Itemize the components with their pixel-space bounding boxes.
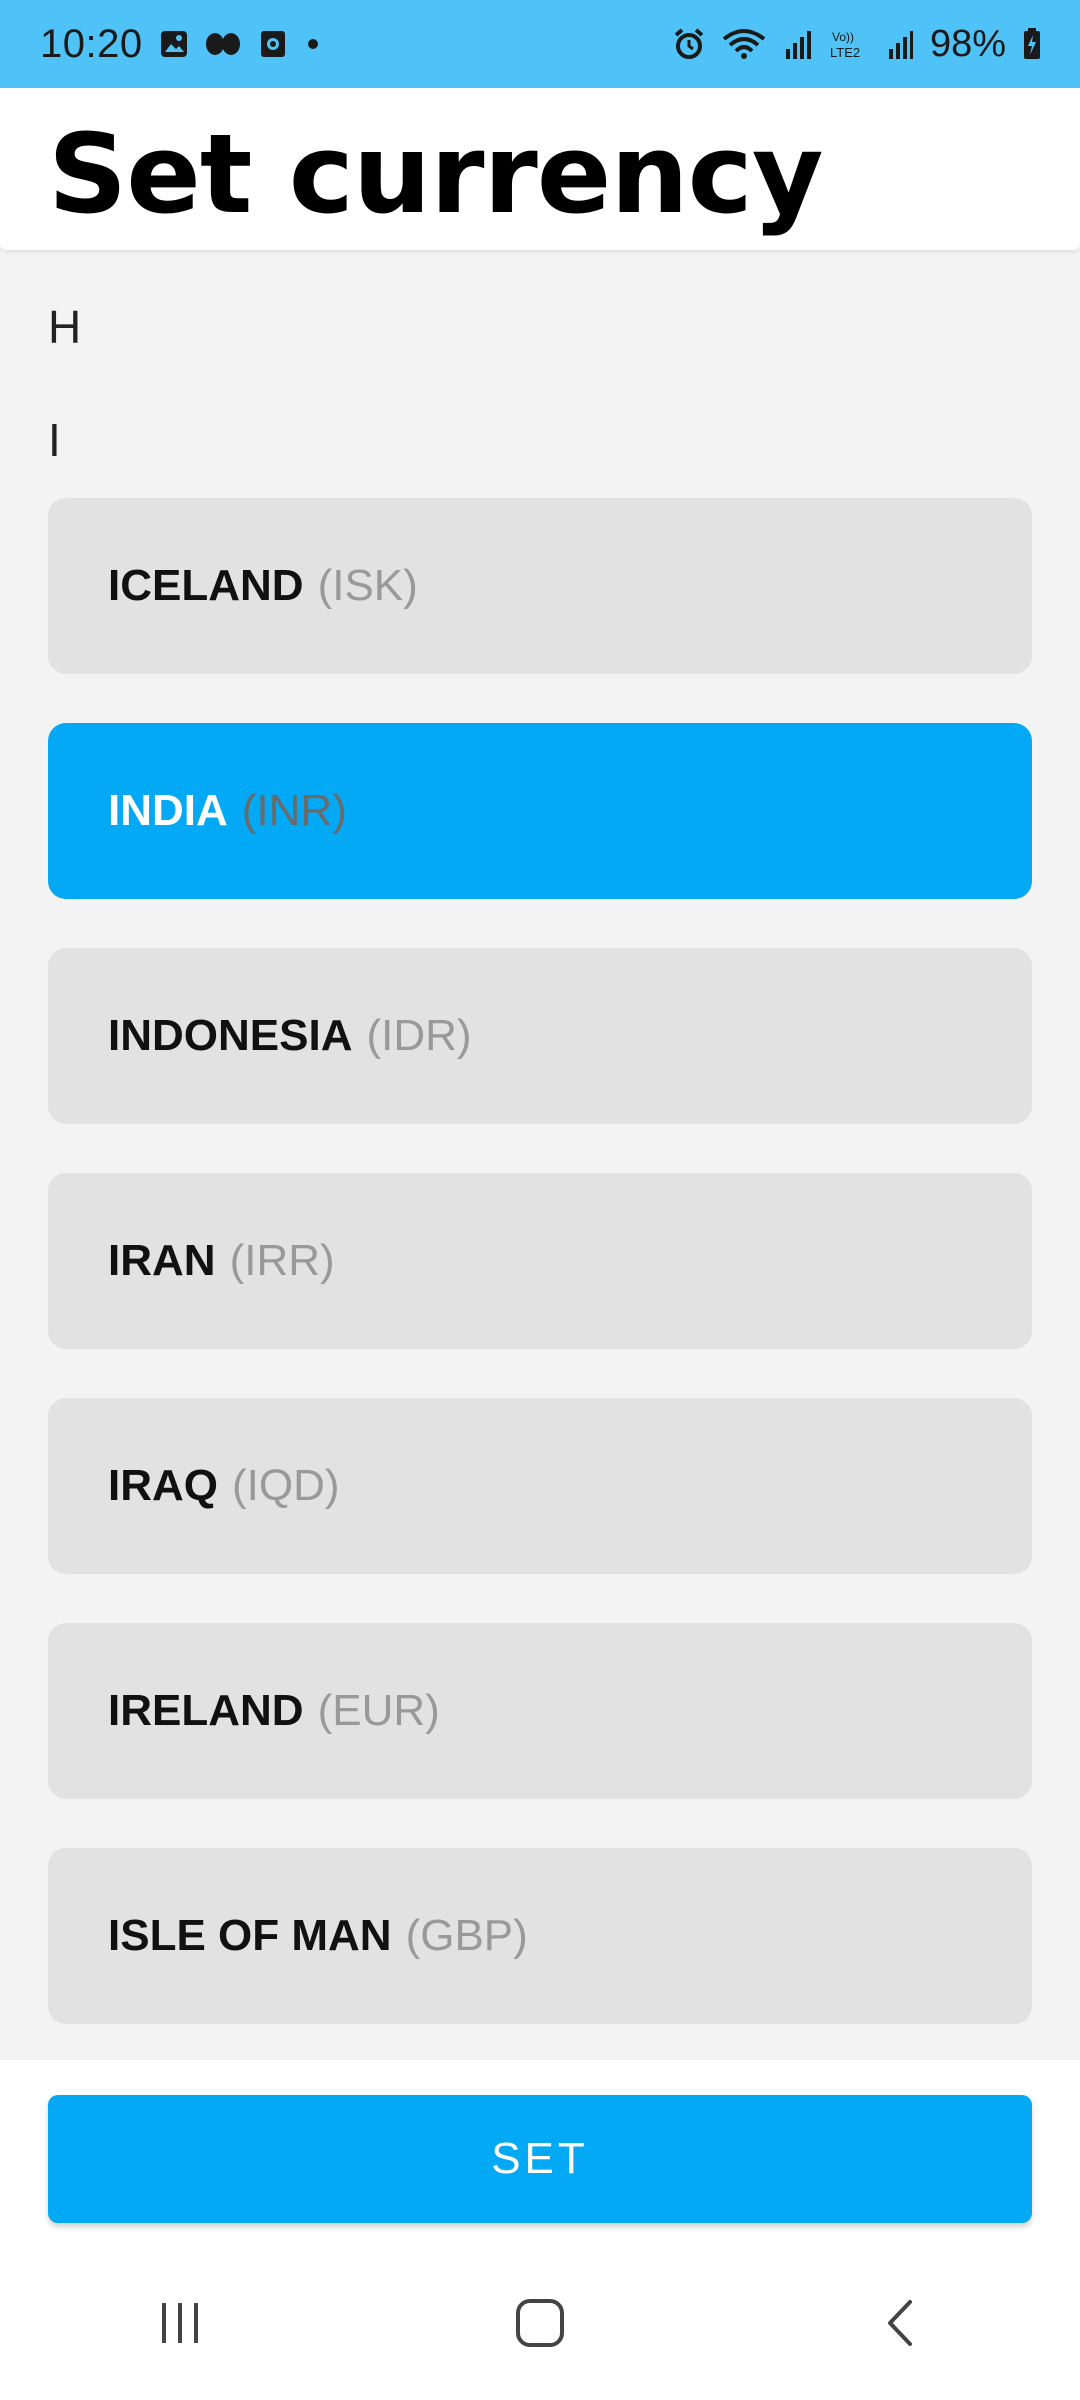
currency-code: (IQD) [232, 1461, 340, 1510]
back-button[interactable] [840, 2275, 960, 2375]
section-header-i: I [48, 414, 61, 466]
battery-percent: 98% [929, 22, 1006, 65]
currency-country: IRELAND [108, 1686, 304, 1735]
recents-button[interactable] [120, 2275, 240, 2375]
volte-icon: Vo)) LTE2 [830, 27, 870, 61]
page-title: Set currency [48, 110, 824, 238]
currency-code: (IRR) [229, 1236, 335, 1285]
wifi-icon [722, 27, 766, 61]
home-icon [513, 2296, 567, 2355]
signal-r-icon [782, 27, 814, 61]
status-bar-right: Vo)) LTE2 98% [672, 23, 1042, 66]
recents-icon [155, 2298, 205, 2353]
currency-code: (IDR) [366, 1011, 472, 1060]
status-bar-left: 10:20 [40, 22, 323, 67]
gallery-notification-icon [159, 29, 189, 59]
app-notification-icon [259, 29, 287, 59]
currency-item-indonesia[interactable]: INDONESIA (IDR) [48, 948, 1032, 1124]
alarm-icon [672, 27, 706, 61]
back-icon [880, 2296, 920, 2355]
set-button[interactable]: SET [48, 2095, 1032, 2223]
currency-country: ISLE OF MAN [108, 1911, 392, 1960]
section-header-h: H [48, 301, 82, 353]
status-time: 10:20 [40, 21, 143, 66]
home-button[interactable] [480, 2275, 600, 2375]
svg-text:Vo)): Vo)) [832, 30, 854, 44]
currency-item-isle-of-man[interactable]: ISLE OF MAN (GBP) [48, 1848, 1032, 2024]
currency-code: (EUR) [317, 1686, 440, 1735]
status-bar: 10:20 Vo)) LTE2 98% [0, 0, 1080, 88]
currency-code: (INR) [241, 786, 347, 835]
currency-item-iran[interactable]: IRAN (IRR) [48, 1173, 1032, 1349]
currency-item-iceland[interactable]: ICELAND (ISK) [48, 498, 1032, 674]
header: Set currency [0, 88, 1080, 250]
currency-country: IRAN [108, 1236, 216, 1285]
currency-country: INDIA [108, 786, 228, 835]
svg-text:LTE2: LTE2 [830, 45, 860, 60]
signal-icon [886, 27, 914, 61]
media-notification-icon [205, 29, 243, 59]
more-notifications-dot-icon [303, 29, 323, 59]
currency-list[interactable]: H I ICELAND (ISK) INDIA (INR) INDONESIA … [0, 250, 1080, 2060]
currency-item-india[interactable]: INDIA (INR) [48, 723, 1032, 899]
currency-country: INDONESIA [108, 1011, 353, 1060]
currency-code: (GBP) [405, 1911, 528, 1960]
currency-item-ireland[interactable]: IRELAND (EUR) [48, 1623, 1032, 1799]
system-nav-bar [0, 2250, 1080, 2400]
battery-charging-icon [1022, 27, 1042, 61]
currency-item-iraq[interactable]: IRAQ (IQD) [48, 1398, 1032, 1574]
currency-country: ICELAND [108, 561, 304, 610]
currency-code: (ISK) [317, 561, 418, 610]
currency-country: IRAQ [108, 1461, 218, 1510]
